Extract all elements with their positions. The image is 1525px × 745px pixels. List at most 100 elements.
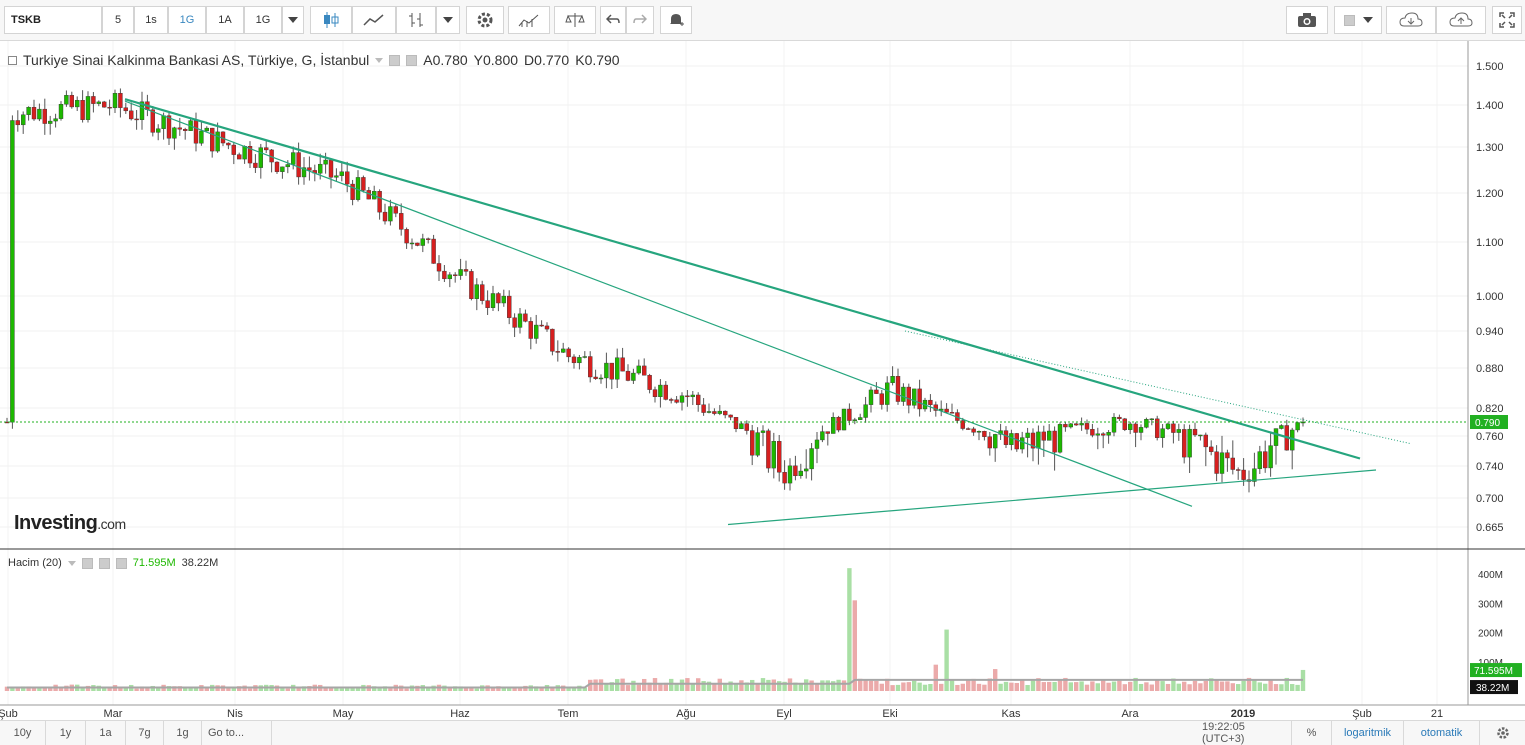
volume-bar (879, 683, 884, 691)
candle-body (1117, 416, 1122, 420)
volume-bar (598, 679, 604, 691)
goto-button[interactable]: Go to... (202, 721, 272, 745)
candle-body (453, 274, 458, 276)
candle-body (447, 274, 452, 280)
layout-dropdown[interactable] (1334, 6, 1382, 34)
range-1a[interactable]: 1a (86, 721, 126, 745)
collapse-icon[interactable] (8, 55, 17, 65)
candle-body (361, 177, 366, 191)
candle-body (1241, 469, 1246, 480)
volume-bar (739, 680, 744, 691)
settings-icon[interactable] (98, 557, 110, 569)
candle-body (798, 470, 803, 477)
volume-bar (1219, 681, 1225, 691)
undo-button[interactable] (600, 6, 626, 34)
candle-body (993, 434, 998, 449)
percent-toggle[interactable]: % (1292, 721, 1332, 745)
bottom-bar: 10y 1y 1a 7g 1g Go to... 19:22:05 (UTC+3… (0, 720, 1525, 745)
auto-toggle[interactable]: otomatik (1404, 721, 1480, 745)
candle-body (96, 101, 102, 104)
volume-bar (939, 683, 944, 691)
volume-bar (1074, 682, 1079, 691)
candle-body (85, 96, 91, 120)
range-1y[interactable]: 1y (46, 721, 86, 745)
range-1g[interactable]: 1g (164, 721, 202, 745)
compare-button[interactable] (554, 6, 596, 34)
ohlc-low: D0.770 (524, 52, 570, 68)
price-tick-label: 1.000 (1476, 291, 1504, 303)
volume-bar (1068, 682, 1073, 691)
chart-type-dropdown[interactable] (436, 6, 460, 34)
volume-bar (404, 688, 409, 691)
candle-body (1149, 418, 1155, 421)
ma-badge-label: 38.22M (1476, 683, 1509, 694)
interval-5[interactable]: 5 (102, 6, 134, 34)
toolbar: TSKB 5 1s 1G 1A 1G (0, 0, 1525, 41)
interval-1s[interactable]: 1s (134, 6, 168, 34)
candle-body (1225, 452, 1230, 459)
interval-1a[interactable]: 1A (206, 6, 244, 34)
area-chart-button[interactable] (352, 6, 396, 34)
interval-1g[interactable]: 1G (168, 6, 206, 34)
interval-dropdown[interactable] (282, 6, 304, 34)
candle-body (1041, 431, 1047, 441)
price-chart[interactable]: 1.500 1.400 1.300 1.200 1.100 1.000 0.940 0.880… (0, 41, 1525, 720)
volume-bar (852, 600, 857, 691)
last-price-label: 0.790 (1475, 418, 1500, 429)
chevron-down-icon[interactable] (375, 57, 384, 63)
log-toggle[interactable]: logaritmik (1332, 721, 1404, 745)
redo-button[interactable] (626, 6, 654, 34)
candle-body (555, 351, 560, 353)
candle-body (21, 114, 26, 126)
candle-body (296, 152, 301, 178)
candle-body (1073, 423, 1079, 426)
candle-body (1090, 429, 1095, 436)
volume-badge-label: 71.595M (1474, 666, 1513, 677)
volume-legend: Hacim (20) 71.595M 38.22M (8, 557, 218, 569)
range-7g[interactable]: 7g (126, 721, 164, 745)
symbol-input[interactable]: TSKB (4, 6, 102, 34)
visibility-icon[interactable] (389, 54, 401, 66)
candle-body (1122, 418, 1128, 430)
candle-body (809, 448, 814, 470)
candle-body (134, 118, 139, 121)
candle-body (949, 412, 955, 414)
logo-brand: Investing (14, 512, 98, 534)
bars-button[interactable] (396, 6, 436, 34)
cloud-save-button[interactable] (1436, 6, 1486, 34)
candle-body (1230, 457, 1236, 470)
candle-body (539, 324, 544, 327)
indicators-button[interactable] (508, 6, 550, 34)
candle-body (1003, 430, 1009, 445)
volume-bar (906, 682, 911, 691)
cloud-load-button[interactable] (1386, 6, 1436, 34)
candles-icon (324, 12, 339, 28)
candle-body (982, 431, 987, 437)
candle-body (1100, 433, 1106, 436)
interval-more[interactable]: 1G (244, 6, 282, 34)
visibility-icon[interactable] (81, 557, 93, 569)
axis-settings-button[interactable] (1480, 721, 1525, 745)
volume-bar (1079, 681, 1084, 691)
fullscreen-button[interactable] (1492, 6, 1522, 34)
settings-icon[interactable] (406, 54, 418, 66)
time-tick-label: Mar (104, 708, 123, 720)
volume-bar (955, 684, 960, 691)
candle-body (253, 162, 258, 168)
alert-button[interactable] (660, 6, 692, 34)
close-icon[interactable] (115, 557, 127, 569)
candle-body (566, 348, 571, 358)
settings-button[interactable] (466, 6, 504, 34)
candle-body (193, 120, 199, 144)
screenshot-button[interactable] (1286, 6, 1328, 34)
chevron-down-icon[interactable] (67, 560, 76, 566)
volume-bar (1047, 681, 1052, 691)
volume-bar (1030, 680, 1036, 691)
candle-body (334, 175, 339, 178)
candle-body (593, 376, 598, 379)
candle-body (1203, 434, 1209, 448)
volume-bar (625, 685, 631, 691)
candle-body (1268, 445, 1273, 469)
candles-button[interactable] (310, 6, 352, 34)
range-10y[interactable]: 10y (0, 721, 46, 745)
